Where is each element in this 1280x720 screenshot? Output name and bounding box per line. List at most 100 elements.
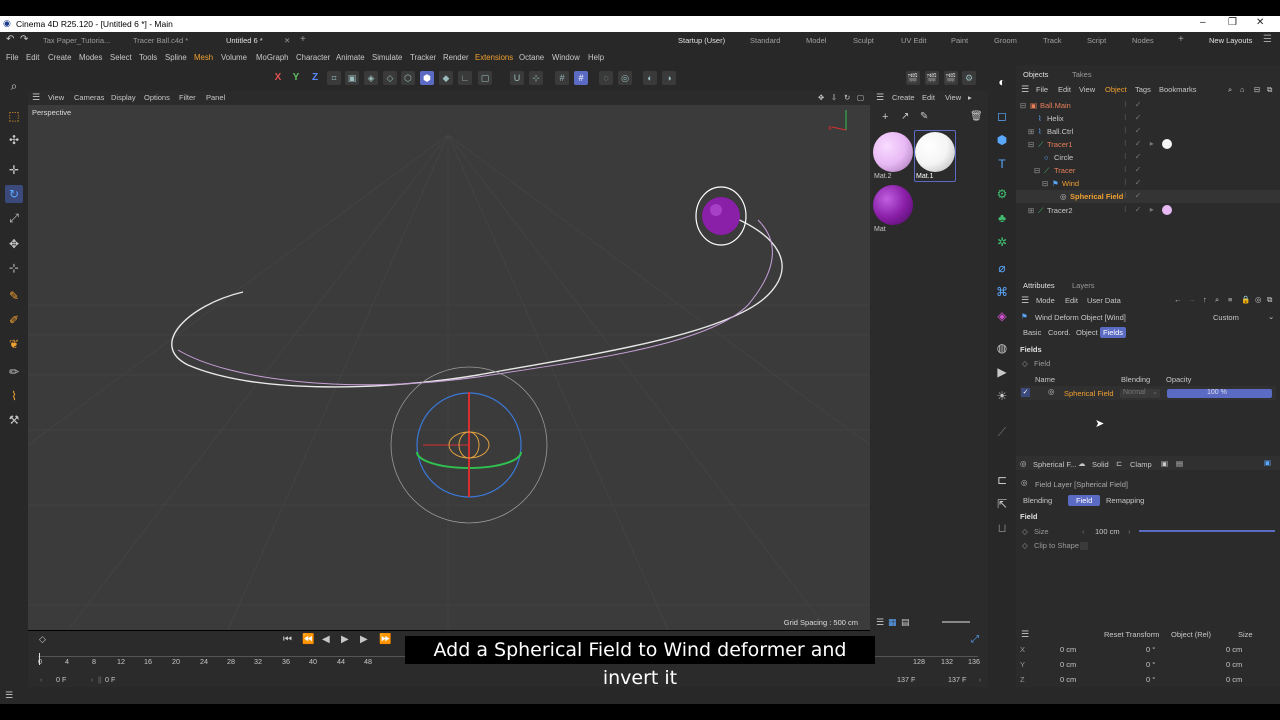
object-visibility-dots[interactable]: ⁝ ✓ xyxy=(1124,100,1144,109)
viewport-menu-view[interactable]: View xyxy=(48,93,64,102)
object-row-helix[interactable]: ⌇ Helix ⁝ ✓ xyxy=(1016,112,1280,125)
clip-to-shape-checkbox[interactable] xyxy=(1080,542,1088,550)
forward-arrow-icon[interactable]: → xyxy=(1188,295,1196,304)
object-visibility-dots[interactable]: ⁝ ✓ xyxy=(1124,152,1144,161)
viewport-menu-cameras[interactable]: Cameras xyxy=(74,93,104,102)
object-row-wind[interactable]: ⊟ ⚑ Wind ⁝ ✓ xyxy=(1016,177,1280,190)
sculpt-tool-icon[interactable]: ❦ xyxy=(5,335,23,353)
coord-mode-dropdown[interactable]: Object (Rel) xyxy=(1171,630,1211,639)
layer-tab-spherical[interactable]: Spherical F... xyxy=(1033,460,1076,469)
axis-mode-icon[interactable]: ∟ xyxy=(458,71,472,85)
field-enable-checkbox[interactable]: ✓ xyxy=(1021,388,1030,397)
opacity-slider[interactable]: 100 % xyxy=(1167,389,1272,398)
keyframe-diamond-icon[interactable]: ◇ xyxy=(1022,527,1028,536)
select-tool-icon[interactable]: ⬚ xyxy=(5,107,23,125)
effector-icon[interactable]: ✲ xyxy=(993,233,1011,251)
object-search-icon[interactable]: ⌕ xyxy=(1228,85,1232,95)
start-frame-field[interactable]: 0 F xyxy=(56,675,66,684)
layer-subtab-remapping[interactable]: Remapping xyxy=(1103,495,1147,506)
tab-tracer-ball[interactable]: Tracer Ball.c4d * xyxy=(133,36,188,45)
tab-object[interactable]: Object xyxy=(1073,327,1101,338)
viewport-menu-panel[interactable]: Panel xyxy=(206,93,225,102)
tracer-spline[interactable] xyxy=(177,219,773,386)
deformer-icon[interactable]: ⌀ xyxy=(993,259,1011,277)
coord-size-z[interactable]: 0 cm xyxy=(1226,675,1242,684)
paint-brush-icon[interactable]: ✏ xyxy=(5,363,23,381)
menu-volume[interactable]: Volume xyxy=(221,53,247,62)
redo-icon[interactable]: ↷ xyxy=(20,34,28,45)
tab-tax-paper[interactable]: Tax Paper_Tutoria... xyxy=(43,36,110,45)
move-view-icon[interactable]: ◐ xyxy=(993,73,1011,91)
grid-snap-icon[interactable]: # xyxy=(555,71,569,85)
range-start-handle[interactable]: || xyxy=(98,675,102,684)
tab-attributes[interactable]: Attributes xyxy=(1023,281,1055,290)
object-new-window-icon[interactable]: ⧉ xyxy=(1267,85,1272,95)
material-list-icon[interactable]: ☰ xyxy=(876,617,884,628)
menu-animate[interactable]: Animate xyxy=(336,53,365,62)
axis-x-toggle[interactable]: X xyxy=(271,71,285,85)
environment-icon[interactable]: ◍ xyxy=(993,339,1011,357)
layout-model[interactable]: Model xyxy=(806,36,826,45)
menu-tracker[interactable]: Tracker xyxy=(410,53,436,62)
coord-system-icon[interactable]: ⌗ xyxy=(327,71,341,85)
size-value-field[interactable]: 100 cm xyxy=(1095,527,1120,536)
live-select-icon[interactable]: ⊹ xyxy=(5,259,23,277)
viewport-menu-icon[interactable]: ☰ xyxy=(32,92,40,103)
material-menu-view[interactable]: View xyxy=(945,93,961,102)
move-tool-icon[interactable]: ✛ xyxy=(5,161,23,179)
object-visibility-dots[interactable]: ⁝ ✓ xyxy=(1124,113,1144,122)
cube-primitive-icon[interactable]: ◻ xyxy=(993,107,1011,125)
enable-snap-icon[interactable]: U xyxy=(510,71,524,85)
coord-size-x[interactable]: 0 cm xyxy=(1226,645,1242,654)
light-icon[interactable]: ☀ xyxy=(993,387,1011,405)
viewport-maximize-icon[interactable]: ▢ xyxy=(857,93,864,102)
render-active-icon[interactable]: 🎬 xyxy=(944,71,958,85)
render-queue-icon[interactable]: 🎬 xyxy=(925,71,939,85)
search-icon[interactable]: ⌕ xyxy=(5,77,23,95)
uv-mode-icon[interactable]: ◆ xyxy=(439,71,453,85)
menu-file[interactable]: File xyxy=(6,53,19,62)
helix-spline[interactable] xyxy=(171,214,783,388)
layer-add-icon[interactable]: ▣ xyxy=(1161,459,1168,468)
layout-groom[interactable]: Groom xyxy=(994,36,1017,45)
add-tab-icon[interactable]: + xyxy=(300,34,306,45)
object-menu-file[interactable]: File xyxy=(1036,85,1048,94)
model-mode-icon[interactable]: ▣ xyxy=(345,71,359,85)
reset-transform-button[interactable]: Reset Transform xyxy=(1104,630,1159,639)
object-row-circle[interactable]: ○ Circle ⁝ ✓ xyxy=(1016,151,1280,164)
object-visibility-dots[interactable]: ⁝ ✓ ▸ xyxy=(1124,205,1157,214)
increment-icon[interactable]: › xyxy=(1128,527,1131,536)
target-icon[interactable]: ◎ xyxy=(1255,295,1262,304)
scale-tool-icon[interactable]: ⤢ xyxy=(5,209,23,227)
object-filter-icon[interactable]: ⊟ xyxy=(1254,85,1260,94)
cube-object-icon[interactable]: ⬢ xyxy=(993,131,1011,149)
coord-size-y[interactable]: 0 cm xyxy=(1226,660,1242,669)
menu-edit[interactable]: Edit xyxy=(26,53,39,62)
coord-pos-z[interactable]: 0 cm xyxy=(1060,675,1076,684)
status-menu-icon[interactable]: ☰ xyxy=(5,690,13,701)
transform-tool-icon[interactable]: ✥ xyxy=(5,235,23,253)
chevron-down-icon[interactable]: ⌄ xyxy=(1268,312,1274,321)
next-key-icon[interactable]: ⏩ xyxy=(379,634,391,645)
render-region-icon[interactable]: ◎ xyxy=(618,71,632,85)
object-row-toggle[interactable]: ⊞ xyxy=(1028,206,1034,215)
axis-z-toggle[interactable]: Z xyxy=(308,71,322,85)
layout-uv-edit[interactable]: UV Edit xyxy=(901,36,926,45)
object-menu-bookmarks[interactable]: Bookmarks xyxy=(1159,85,1197,94)
object-menu-view[interactable]: View xyxy=(1079,85,1095,94)
folder-icon[interactable]: ▤ xyxy=(1176,459,1183,468)
close-tab-icon[interactable]: ✕ xyxy=(284,36,290,45)
menu-character[interactable]: Character xyxy=(296,53,330,62)
coord-pos-x[interactable]: 0 cm xyxy=(1060,645,1076,654)
size-slider[interactable] xyxy=(1139,530,1275,532)
menu-modes[interactable]: Modes xyxy=(79,53,102,62)
coord-rot-x[interactable]: 0 ° xyxy=(1146,645,1155,654)
tab-objects[interactable]: Objects xyxy=(1023,70,1048,79)
viewport-menu-display[interactable]: Display xyxy=(111,93,136,102)
filter-attr-icon[interactable]: ≡ xyxy=(1228,295,1232,304)
viewport-move-icon[interactable]: ✥ xyxy=(818,93,824,102)
add-layout-icon[interactable]: + xyxy=(1178,34,1184,45)
generator-icon[interactable]: ⚙ xyxy=(993,185,1011,203)
lock-workplane-icon[interactable]: ◌ xyxy=(599,71,613,85)
viewport-down-icon[interactable]: ⇩ xyxy=(831,93,837,102)
